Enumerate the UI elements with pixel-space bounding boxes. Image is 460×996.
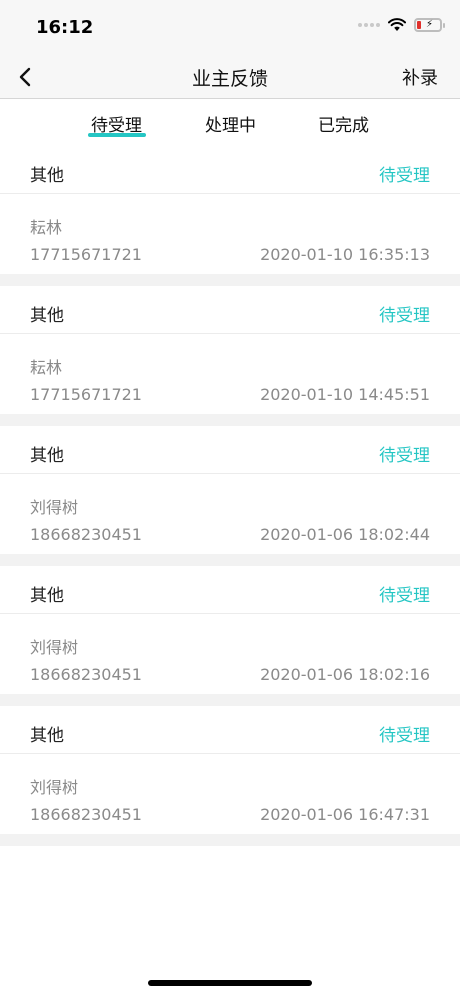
owner-name: 刘得树 bbox=[30, 638, 79, 657]
submitted-time: 2020-01-10 14:45:51 bbox=[260, 385, 430, 404]
status-bar: 16:12 ⚡ bbox=[0, 0, 460, 56]
status-badge: 待受理 bbox=[379, 306, 430, 326]
list-item[interactable]: 其他 待受理 刘得树 18668230451 2020-01-06 18:02:… bbox=[0, 426, 460, 554]
feedback-type: 其他 bbox=[30, 586, 64, 606]
status-time: 16:12 bbox=[36, 17, 94, 38]
tab-processing[interactable]: 处理中 bbox=[205, 111, 256, 136]
supplement-button[interactable]: 补录 bbox=[402, 64, 438, 90]
list-item[interactable]: 其他 待受理 耘林 17715671721 2020-01-10 16:35:1… bbox=[0, 146, 460, 274]
navigation-bar: 业主反馈 补录 bbox=[0, 56, 460, 99]
status-badge: 待受理 bbox=[379, 166, 430, 186]
list-item[interactable]: 其他 待受理 耘林 17715671721 2020-01-10 14:45:5… bbox=[0, 286, 460, 414]
submitted-time: 2020-01-06 18:02:44 bbox=[260, 525, 430, 544]
card-header: 其他 待受理 bbox=[0, 566, 460, 614]
owner-phone: 17715671721 bbox=[30, 245, 142, 264]
wifi-icon bbox=[388, 18, 406, 31]
submitted-time: 2020-01-06 18:02:16 bbox=[260, 665, 430, 684]
status-badge: 待受理 bbox=[379, 726, 430, 746]
active-tab-indicator bbox=[88, 133, 146, 137]
submitted-time: 2020-01-10 16:35:13 bbox=[260, 245, 430, 264]
submitted-time: 2020-01-06 16:47:31 bbox=[260, 805, 430, 824]
page-title: 业主反馈 bbox=[191, 68, 268, 90]
status-badge: 待受理 bbox=[379, 586, 430, 606]
owner-phone: 18668230451 bbox=[30, 805, 142, 824]
owner-name: 刘得树 bbox=[30, 778, 79, 797]
status-tabs: 待受理 处理中 已完成 bbox=[0, 100, 460, 146]
feedback-type: 其他 bbox=[30, 726, 64, 746]
status-icons: ⚡ bbox=[358, 18, 445, 32]
battery-level bbox=[417, 21, 421, 29]
owner-name: 刘得树 bbox=[30, 498, 79, 517]
feedback-type: 其他 bbox=[30, 166, 64, 186]
feedback-list: 其他 待受理 耘林 17715671721 2020-01-10 16:35:1… bbox=[0, 146, 460, 846]
owner-phone: 17715671721 bbox=[30, 385, 142, 404]
owner-name: 耘林 bbox=[30, 218, 63, 237]
card-header: 其他 待受理 bbox=[0, 706, 460, 754]
owner-phone: 18668230451 bbox=[30, 525, 142, 544]
status-badge: 待受理 bbox=[379, 446, 430, 466]
owner-name: 耘林 bbox=[30, 358, 63, 377]
feedback-type: 其他 bbox=[30, 446, 64, 466]
tab-completed[interactable]: 已完成 bbox=[318, 111, 369, 136]
charging-bolt-icon: ⚡ bbox=[426, 19, 434, 30]
owner-phone: 18668230451 bbox=[30, 665, 142, 684]
cellular-signal-icon bbox=[358, 23, 380, 27]
card-header: 其他 待受理 bbox=[0, 146, 460, 194]
home-indicator[interactable] bbox=[148, 980, 312, 986]
card-header: 其他 待受理 bbox=[0, 286, 460, 334]
list-item[interactable]: 其他 待受理 刘得树 18668230451 2020-01-06 16:47:… bbox=[0, 706, 460, 834]
card-header: 其他 待受理 bbox=[0, 426, 460, 474]
battery-icon: ⚡ bbox=[414, 18, 445, 32]
list-item[interactable]: 其他 待受理 刘得树 18668230451 2020-01-06 18:02:… bbox=[0, 566, 460, 694]
feedback-type: 其他 bbox=[30, 306, 64, 326]
